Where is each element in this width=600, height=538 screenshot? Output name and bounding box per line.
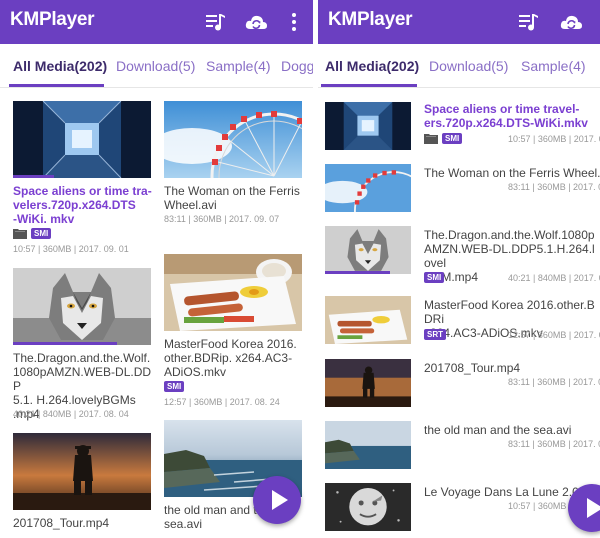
active-tab-indicator — [9, 84, 104, 87]
play-fab-button[interactable] — [568, 484, 600, 532]
media-meta: 83:11 | 360MB | 2017. 0 — [508, 377, 600, 387]
play-icon — [272, 490, 288, 510]
media-title[interactable]: Space aliens or time travel- ers.720p.x2… — [424, 102, 600, 130]
subtitle-badge: SMI — [31, 228, 52, 239]
tab-sample[interactable]: Sample(4) — [206, 58, 271, 74]
thumbnail-voyage-lune[interactable] — [325, 483, 411, 531]
thumbnail-space-aliens[interactable] — [13, 101, 151, 178]
thumbnail-masterfood[interactable] — [325, 296, 411, 344]
thumbnail-ferris-wheel[interactable] — [325, 164, 411, 212]
thumbnail-masterfood[interactable] — [164, 254, 302, 331]
media-meta: 83:11 | 360MB | 2017. 0 — [508, 439, 600, 449]
thumbnail-wolf[interactable] — [13, 268, 151, 345]
left-screen-grid-view: KMPlayer All Media(202) Download(5) Samp… — [0, 0, 313, 538]
tab-all-media[interactable]: All Media(202) — [325, 58, 419, 74]
playback-progress — [13, 175, 55, 178]
folder-icon — [424, 133, 438, 144]
media-meta: 40:21 | 840MB | 2017. 08. 04 — [13, 409, 129, 419]
tab-dogg[interactable]: Dogg — [281, 58, 313, 74]
media-title[interactable]: The Woman on the Ferris Wheel.a — [424, 166, 600, 180]
media-meta: 40:21 | 840MB | 2017. 0 — [508, 273, 600, 283]
app-title: KMPlayer — [328, 9, 413, 30]
thumbnail-tour[interactable] — [325, 359, 411, 407]
thumbnail-tour[interactable] — [13, 433, 151, 510]
right-screen-list-view: KMPlayer All Media(202) Download(5) Samp… — [318, 0, 600, 538]
app-bar: KMPlayer — [318, 0, 600, 44]
tab-bar: All Media(202) Download(5) Sample(4) Dog… — [0, 44, 313, 88]
playback-progress — [325, 271, 390, 274]
media-meta: 10:57 | 360MB | 2017. 09. 01 — [13, 244, 129, 254]
media-title[interactable]: The Woman on the Ferris Wheel.avi — [164, 184, 304, 212]
subtitle-badge: SMI — [424, 272, 445, 283]
media-title[interactable]: 201708_Tour.mp4 — [13, 516, 153, 530]
more-vert-icon[interactable] — [282, 10, 306, 34]
tab-sample[interactable]: Sample(4) — [521, 58, 586, 74]
media-title[interactable]: Space aliens or time tra- velers.720p.x2… — [13, 184, 153, 226]
tab-all-media[interactable]: All Media(202) — [13, 58, 107, 74]
subtitle-badge: SRT — [424, 329, 446, 340]
app-title: KMPlayer — [10, 9, 95, 30]
media-meta: 83:11 | 360MB | 2017. 09. 07 — [164, 214, 280, 224]
subtitle-badge: SMI — [164, 381, 185, 392]
thumbnail-old-man-sea[interactable] — [325, 421, 411, 469]
playlist-icon[interactable] — [203, 10, 227, 34]
media-title[interactable]: the old man and the sea.avi — [424, 423, 600, 437]
thumbnail-ferris-wheel[interactable] — [164, 101, 302, 178]
tab-download[interactable]: Download(5) — [429, 58, 508, 74]
media-title[interactable]: 201708_Tour.mp4 — [424, 361, 600, 375]
cloud-sync-icon[interactable] — [559, 10, 583, 34]
subtitle-badge: SMI — [442, 133, 463, 144]
active-tab-indicator — [321, 84, 417, 87]
cloud-sync-icon[interactable] — [244, 10, 268, 34]
playback-progress — [13, 342, 117, 345]
tab-bar: All Media(202) Download(5) Sample(4) — [318, 44, 600, 88]
play-fab-button[interactable] — [253, 476, 301, 524]
app-bar: KMPlayer — [0, 0, 313, 44]
media-meta: 12:57 | 360MB | 2017. 08. 24 — [164, 397, 280, 407]
play-icon — [587, 498, 600, 518]
media-title[interactable]: MasterFood Korea 2016. other.BDRip. x264… — [164, 337, 309, 379]
tab-download[interactable]: Download(5) — [116, 58, 195, 74]
thumbnail-space-aliens[interactable] — [325, 102, 411, 150]
folder-icon — [13, 228, 27, 239]
thumbnail-wolf[interactable] — [325, 226, 411, 274]
media-meta: 12:57 | 360MB | 2017. 0 — [508, 330, 600, 340]
media-meta: 83:11 | 360MB | 2017. 0 — [508, 182, 600, 192]
playlist-icon[interactable] — [516, 10, 540, 34]
media-meta: 10:57 | 360MB | 2017. 0 — [508, 134, 600, 144]
